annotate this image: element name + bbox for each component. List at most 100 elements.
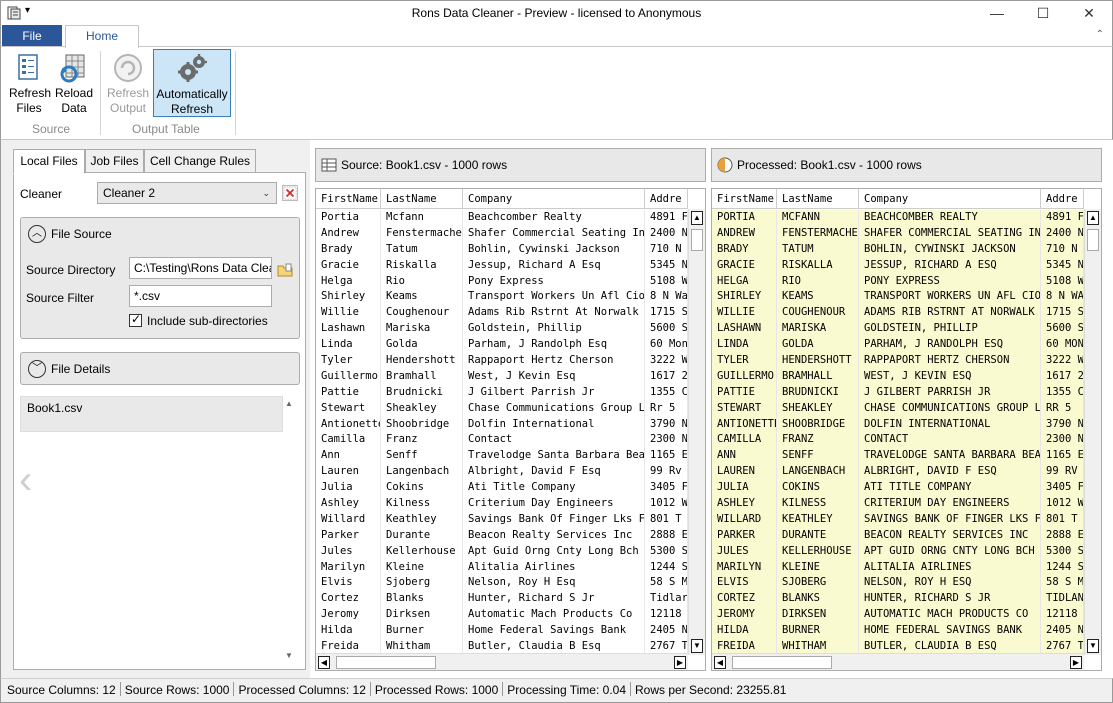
table-cell[interactable]: DOLFIN INTERNATIONAL [859, 416, 1041, 433]
table-cell[interactable]: 12118 [1041, 607, 1084, 624]
table-cell[interactable]: HELGA [712, 273, 777, 290]
table-cell[interactable]: Kilness [381, 496, 463, 512]
tab-job-files[interactable]: Job Files [85, 149, 144, 173]
scroll-thumb[interactable] [1087, 229, 1099, 251]
table-cell[interactable]: CAMILLA [712, 432, 777, 449]
table-row[interactable]: TYLER HENDERSHOTT RAPPAPORT HERTZ CHERSON 3… [712, 353, 1084, 369]
table-cell[interactable]: Pony Express [463, 273, 645, 290]
table-cell[interactable]: DURANTE [777, 527, 859, 544]
table-cell[interactable]: PARKER [712, 527, 777, 544]
table-cell[interactable]: Rio [381, 273, 463, 290]
table-cell[interactable]: Ashley [316, 496, 381, 512]
table-cell[interactable]: COKINS [777, 480, 859, 497]
collapse-panel-chevron-icon[interactable]: ‹ [19, 460, 32, 500]
table-cell[interactable]: TYLER [712, 353, 777, 369]
table-cell[interactable]: Goldstein, Phillip [463, 321, 645, 338]
table-cell[interactable]: 1165 E [645, 448, 688, 465]
table-cell[interactable]: Stewart [316, 400, 381, 417]
table-row[interactable]: Julia Cokins Ati Title Company 3405 F [316, 480, 688, 497]
table-cell[interactable]: TIDLAN [1041, 591, 1084, 608]
table-row[interactable]: MARILYN KLEINE ALITALIA AIRLINES 1244 S [712, 559, 1084, 576]
table-cell[interactable]: ANDREW [712, 225, 777, 242]
table-row[interactable]: Camilla Franz Contact 2300 N [316, 432, 688, 449]
cleaner-select[interactable]: Cleaner 2 ⌄ [97, 182, 277, 204]
table-cell[interactable]: 2400 N [1041, 225, 1084, 242]
table-cell[interactable]: BRADY [712, 241, 777, 258]
table-row[interactable]: GUILLERMO BRAMHALL WEST, J KEVIN ESQ 1617 2 [712, 368, 1084, 385]
table-row[interactable]: HELGA RIO PONY EXPRESS 5108 W [712, 273, 1084, 290]
table-cell[interactable]: 99 Rv [645, 464, 688, 481]
table-cell[interactable]: Savings Bank Of Finger Lks Fsb [463, 511, 645, 528]
table-cell[interactable]: 5345 N [1041, 257, 1084, 274]
table-cell[interactable]: PORTIA [712, 210, 777, 226]
table-cell[interactable]: Dolfin International [463, 416, 645, 433]
table-cell[interactable]: ALITALIA AIRLINES [859, 559, 1041, 576]
table-cell[interactable]: Mariska [381, 321, 463, 338]
table-cell[interactable]: Willard [316, 511, 381, 528]
table-cell[interactable]: 2888 E [1041, 527, 1084, 544]
table-row[interactable]: ANN SENFF TRAVELODGE SANTA BARBARA BEACH11… [712, 448, 1084, 465]
table-cell[interactable]: 4891 F [645, 210, 688, 226]
table-cell[interactable]: Burner [381, 623, 463, 640]
table-cell[interactable]: BRAMHALL [777, 368, 859, 385]
table-cell[interactable]: 1012 W [1041, 496, 1084, 512]
table-cell[interactable]: 5345 N [645, 257, 688, 274]
table-cell[interactable]: HOME FEDERAL SAVINGS BANK [859, 623, 1041, 640]
file-details-header[interactable]: ﹀ File Details [21, 353, 299, 385]
table-cell[interactable]: 1355 C [1041, 384, 1084, 401]
table-cell[interactable]: J Gilbert Parrish Jr [463, 384, 645, 401]
table-cell[interactable]: GOLDA [777, 337, 859, 354]
table-cell[interactable]: CONTACT [859, 432, 1041, 449]
table-cell[interactable]: BEACON REALTY SERVICES INC [859, 527, 1041, 544]
table-cell[interactable]: Coughenour [381, 305, 463, 322]
table-cell[interactable]: PATTIE [712, 384, 777, 401]
source-directory-input[interactable]: C:\Testing\Rons Data Clea [129, 257, 272, 279]
table-cell[interactable]: KELLERHOUSE [777, 543, 859, 560]
table-cell[interactable]: MCFANN [777, 210, 859, 226]
table-cell[interactable]: KLEINE [777, 559, 859, 576]
scroll-thumb[interactable] [732, 656, 832, 669]
table-cell[interactable]: TATUM [777, 241, 859, 258]
table-cell[interactable]: CHASE COMMUNICATIONS GROUP LTD [859, 400, 1041, 417]
table-cell[interactable]: GRACIE [712, 257, 777, 274]
table-row[interactable]: Helga Rio Pony Express 5108 W [316, 273, 688, 290]
table-row[interactable]: LAUREN LANGENBACH ALBRIGHT, DAVID F ESQ 99 … [712, 464, 1084, 481]
table-row[interactable]: Gracie Riskalla Jessup, Richard A Esq 5345 … [316, 257, 688, 274]
table-cell[interactable]: Tyler [316, 353, 381, 369]
table-cell[interactable]: Adams Rib Rstrnt At Norwalk [463, 305, 645, 322]
table-cell[interactable]: RISKALLA [777, 257, 859, 274]
table-row[interactable]: Brady Tatum Bohlin, Cywinski Jackson 710 N [316, 241, 688, 258]
scroll-up-icon[interactable]: ▲ [1087, 211, 1099, 225]
table-cell[interactable]: Transport Workers Un Afl Cio [463, 289, 645, 306]
table-cell[interactable]: Bramhall [381, 368, 463, 385]
table-cell[interactable]: AUTOMATIC MACH PRODUCTS CO [859, 607, 1041, 624]
table-cell[interactable]: DIRKSEN [777, 607, 859, 624]
scroll-down-icon[interactable]: ▼ [1087, 639, 1099, 653]
table-cell[interactable]: Cokins [381, 480, 463, 497]
table-row[interactable]: ANTIONETTE SHOOBRIDGE DOLFIN INTERNATIONAL… [712, 416, 1084, 433]
table-cell[interactable]: 1165 E [1041, 448, 1084, 465]
table-cell[interactable]: Albright, David F Esq [463, 464, 645, 481]
table-cell[interactable]: Fenstermacher [381, 225, 463, 242]
table-cell[interactable]: Chase Communications Group Ltd [463, 400, 645, 417]
table-cell[interactable]: 99 RV [1041, 464, 1084, 481]
column-header[interactable]: Company [859, 189, 1041, 209]
table-cell[interactable]: 1012 W [645, 496, 688, 512]
table-cell[interactable]: 5600 S [1041, 321, 1084, 338]
table-cell[interactable]: Rappaport Hertz Cherson [463, 353, 645, 369]
table-cell[interactable]: 1355 C [645, 384, 688, 401]
table-cell[interactable]: BEACHCOMBER REALTY [859, 210, 1041, 226]
column-header[interactable]: Addre [645, 189, 688, 209]
table-cell[interactable]: Keams [381, 289, 463, 306]
table-cell[interactable]: Helga [316, 273, 381, 290]
column-header[interactable]: Company [463, 189, 645, 209]
table-cell[interactable]: Ati Title Company [463, 480, 645, 497]
tab-home[interactable]: Home [65, 25, 139, 48]
table-cell[interactable]: 1617 2 [645, 368, 688, 385]
horizontal-scrollbar[interactable]: ◀ ▶ [316, 653, 688, 670]
table-cell[interactable]: 2300 N [1041, 432, 1084, 449]
table-cell[interactable]: 1715 S [1041, 305, 1084, 322]
table-cell[interactable]: MARILYN [712, 559, 777, 576]
scroll-right-icon[interactable]: ▶ [1070, 656, 1082, 669]
table-row[interactable]: JULIA COKINS ATI TITLE COMPANY 3405 F [712, 480, 1084, 497]
